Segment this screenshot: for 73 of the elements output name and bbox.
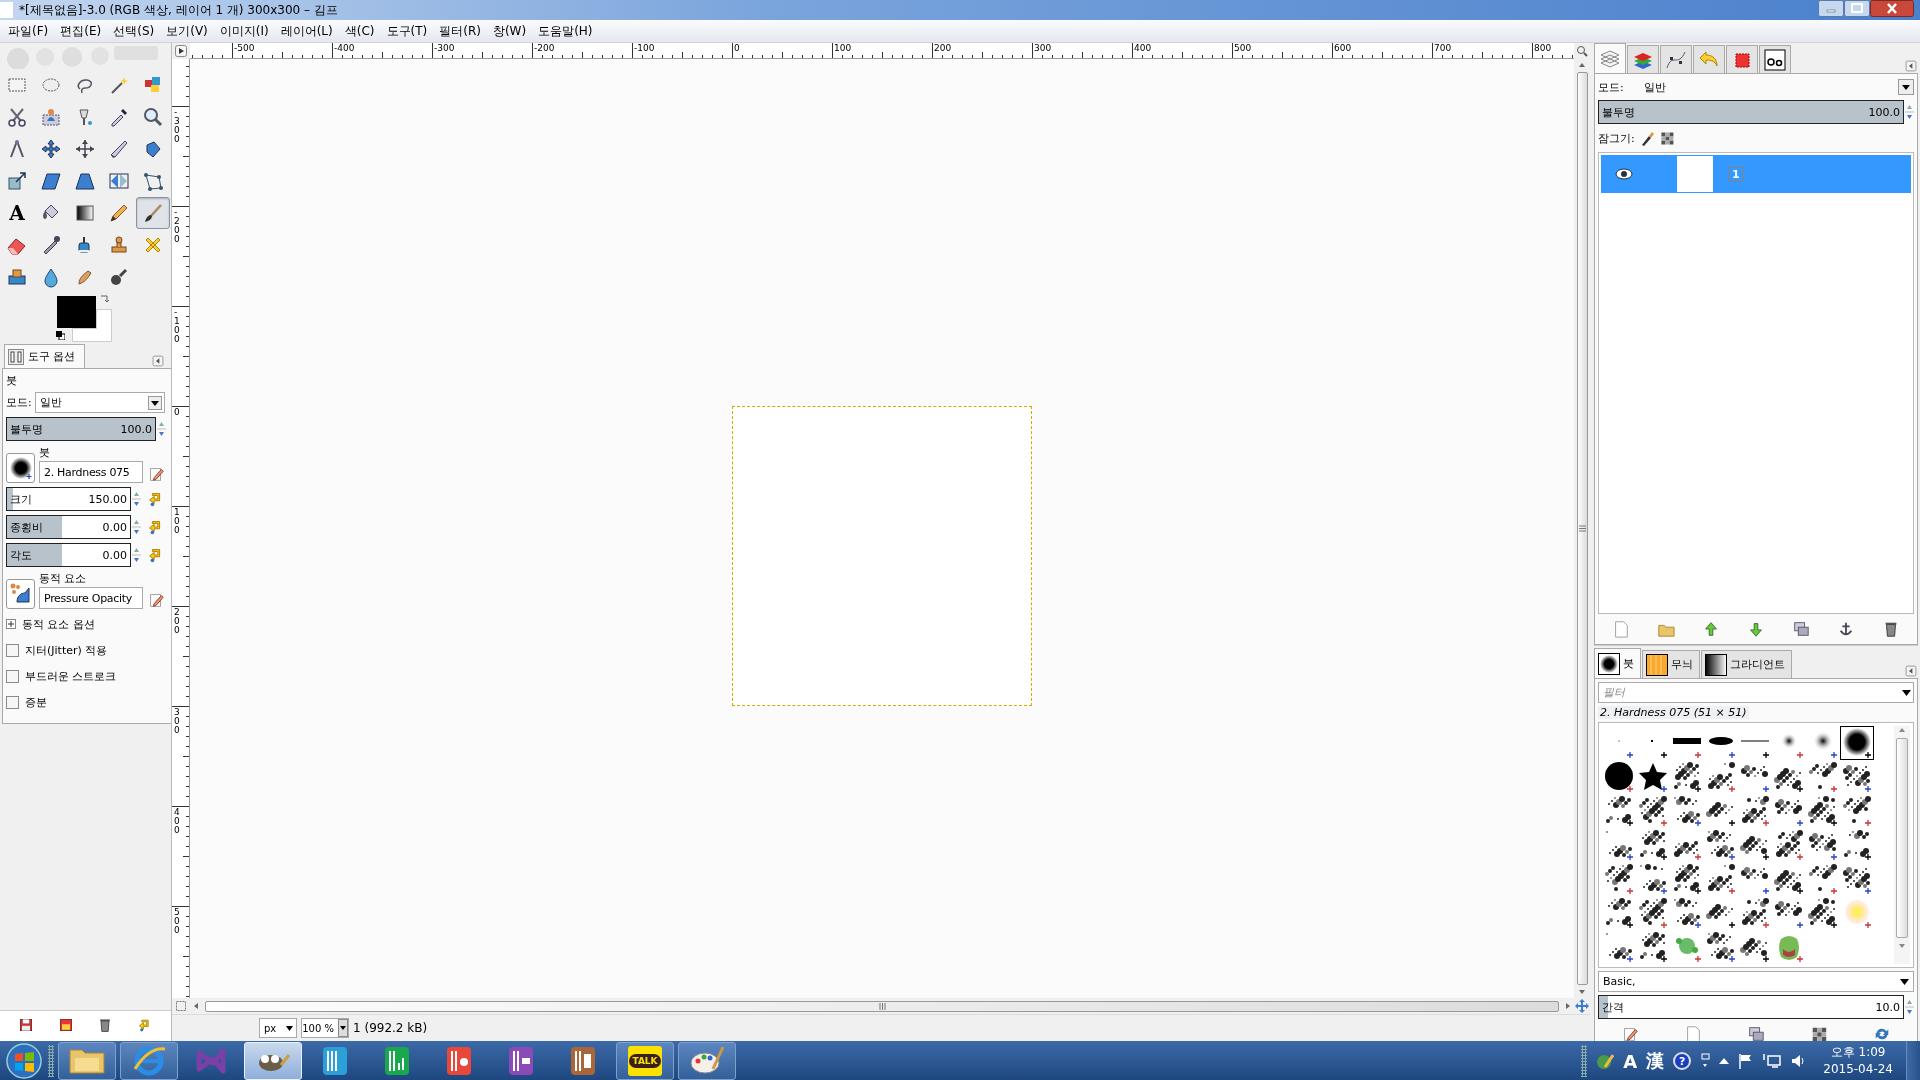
spacing-slider[interactable]: 간격 10.0 (1598, 995, 1904, 1019)
opacity-slider[interactable]: 불투명 100.0 (1598, 100, 1904, 124)
ruler-label: 500 (1234, 43, 1252, 53)
ruler-label: 300 (1034, 43, 1052, 53)
checkbox-label[interactable]: 지터(Jitter) 적용 (25, 642, 108, 658)
zoom-dropdown[interactable]: 100 % (301, 1018, 349, 1038)
menu-item[interactable]: 보기(V) (160, 21, 214, 41)
input-mode-indicator[interactable]: 漢 (1646, 1049, 1665, 1073)
tool-options-tab[interactable]: 도구 옵션 (4, 344, 85, 368)
menu-item[interactable]: 이미지(I) (213, 21, 275, 41)
value-slider[interactable]: 각도 0.00 (6, 543, 131, 567)
ruler-label: -100 (634, 43, 655, 53)
checkbox-label[interactable]: 부드러운 스트로크 (25, 668, 117, 684)
tool-name: 붓 (6, 373, 18, 388)
menu-item[interactable]: 편집(E) (54, 21, 108, 41)
unit-dropdown[interactable]: px (259, 1018, 297, 1038)
mode-label: 모드: (1598, 79, 1624, 95)
ruler-label: 600 (1334, 43, 1352, 53)
ruler-label: -100 (174, 308, 180, 344)
mode-label: 모드: (6, 395, 32, 410)
dock-tab[interactable]: 그라디언트 (1701, 650, 1792, 678)
brush-label: 붓 (39, 445, 51, 460)
ruler-label: 0 (174, 408, 180, 417)
ruler-label: -400 (334, 43, 355, 53)
preset-dropdown[interactable]: Basic, (1598, 971, 1914, 992)
dock-tab[interactable]: 붓 (1594, 648, 1641, 678)
ruler-label: 0 (734, 43, 740, 53)
ruler-label: -200 (534, 43, 555, 53)
dock-tab[interactable]: 무늬 (1642, 650, 1700, 678)
value-slider[interactable]: 종횡비 0.00 (6, 515, 131, 539)
ruler-label: -300 (434, 43, 455, 53)
menu-item[interactable]: 색(C) (338, 21, 381, 41)
ruler-label: 300 (174, 708, 180, 735)
ruler-label: 700 (1434, 43, 1452, 53)
input-mode-indicator[interactable]: A (1623, 1050, 1638, 1072)
ruler-label: 100 (834, 43, 852, 53)
ruler-label: 400 (1134, 43, 1152, 53)
window-title: *[제목없음]-3.0 (RGB 색상, 레이어 1 개) 300x300 – 김프 (19, 1, 339, 19)
filter-field[interactable]: 필터 (1598, 682, 1914, 703)
menu-item[interactable]: 도움말(H) (532, 21, 599, 41)
menu-item[interactable]: 필터(R) (433, 21, 487, 41)
ruler-label: -500 (234, 43, 255, 53)
ruler-label: 100 (174, 508, 180, 535)
mode-dropdown[interactable]: 일반 (1639, 76, 1914, 98)
lock-label: 잠그기: (1598, 130, 1635, 146)
brush-info: 2. Hardness 075 (51 × 51) (1598, 706, 1749, 719)
ruler-label: 400 (174, 808, 180, 835)
menu-item[interactable]: 창(W) (486, 21, 533, 41)
checkbox-label[interactable]: 증분 (25, 694, 47, 710)
brush-name-field[interactable]: 2. Hardness 075 (39, 461, 143, 483)
ruler-label: -300 (174, 108, 180, 144)
ruler-label: 200 (934, 43, 952, 53)
menu-item[interactable]: 선택(S) (107, 21, 161, 41)
clock[interactable]: 오후 1:09 2015-04-24 (1823, 1044, 1893, 1078)
mode-dropdown[interactable]: 일반 (34, 392, 165, 413)
menu-item[interactable]: 레이어(L) (274, 21, 339, 41)
ruler-label: 800 (1534, 43, 1552, 53)
letter-icon: A (9, 201, 25, 225)
ruler-label: -200 (174, 208, 180, 244)
menu-item[interactable]: 도구(T) (380, 21, 434, 41)
dynamics-name-field[interactable]: Pressure Opacity (39, 587, 143, 609)
ruler-label: 500 (174, 908, 180, 935)
status-text: 1 (992.2 kB) (353, 1021, 428, 1035)
help-icon[interactable]: ? (1673, 1052, 1692, 1070)
tool-button[interactable]: A (0, 197, 34, 229)
taskbar-button[interactable]: TALK (616, 1042, 674, 1080)
expander-label[interactable]: 동적 요소 옵션 (22, 616, 95, 632)
ruler-label: 200 (174, 608, 180, 635)
value-slider[interactable]: 크기 150.00 (6, 487, 131, 511)
menu-item[interactable]: 파일(F) (2, 21, 55, 41)
chat-app-icon: TALK (628, 1046, 662, 1076)
dynamics-label: 동적 요소 (39, 571, 88, 586)
opacity-slider[interactable]: 불투명 100.0 (6, 417, 156, 441)
